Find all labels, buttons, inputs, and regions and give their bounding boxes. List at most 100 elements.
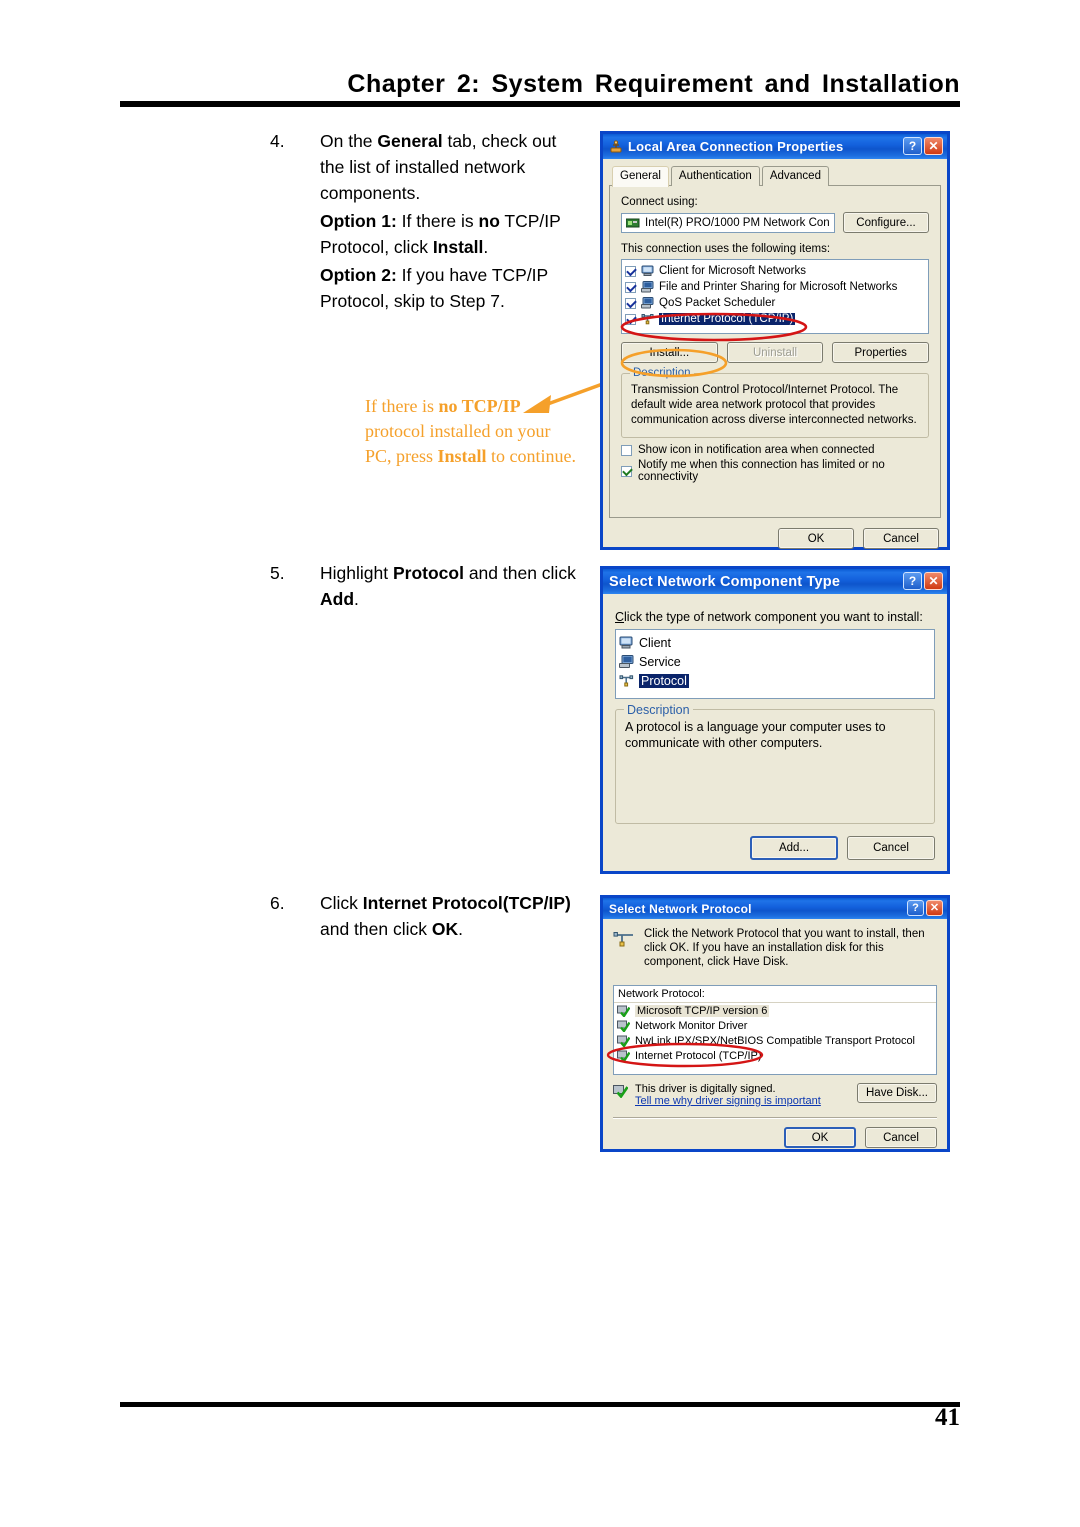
list-item[interactable]: Client for Microsoft Networks <box>622 263 928 279</box>
properties-button[interactable]: Properties <box>832 342 930 363</box>
step-5-body: Highlight Protocol and then click Add. <box>320 560 585 612</box>
client-icon <box>641 265 654 277</box>
notify-checkbox[interactable] <box>621 465 632 477</box>
cancel-button[interactable]: Cancel <box>865 1127 937 1148</box>
dialog3-window-buttons[interactable]: ? ✕ <box>907 900 943 916</box>
adapter-row: Intel(R) PRO/1000 PM Network Con Configu… <box>621 212 929 233</box>
signed-driver-icon <box>617 1035 630 1047</box>
page-number: 41 <box>935 1404 960 1431</box>
help-button[interactable]: ? <box>903 137 922 155</box>
step-4-line-2: Option 1: If there is no TCP/IP Protocol… <box>320 211 561 257</box>
network-connection-icon <box>609 139 623 154</box>
dialog1-titlebar[interactable]: Local Area Connection Properties ? ✕ <box>603 131 947 159</box>
close-icon[interactable]: ✕ <box>924 572 943 590</box>
items-label: This connection uses the following items… <box>621 243 831 255</box>
dialog1-tabs[interactable]: General Authentication Advanced <box>612 165 941 187</box>
tab-authentication[interactable]: Authentication <box>670 166 760 186</box>
show-icon-checkbox-row[interactable]: Show icon in notification area when conn… <box>621 444 929 456</box>
dialog1-footer-buttons: OK Cancel <box>609 528 941 549</box>
network-items-list[interactable]: Client for Microsoft Networks File and P… <box>621 259 929 334</box>
component-type-prompt: Click the type of network component you … <box>615 610 923 624</box>
dialog2-titlebar[interactable]: Select Network Component Type ? ✕ <box>603 566 947 594</box>
step-5-number: 5. <box>270 563 285 583</box>
dialog1-action-buttons: Install... Uninstall Properties <box>621 342 930 363</box>
header-rule <box>120 101 960 107</box>
dialog1-title: Local Area Connection Properties <box>628 139 844 154</box>
qos-icon <box>641 297 654 309</box>
ok-button[interactable]: OK <box>778 528 854 549</box>
list-item[interactable]: NwLink IPX/SPX/NetBIOS Compatible Transp… <box>614 1033 936 1048</box>
item-label: File and Printer Sharing for Microsoft N… <box>659 281 898 293</box>
list-item[interactable]: QoS Packet Scheduler <box>622 295 928 311</box>
close-icon[interactable]: ✕ <box>924 137 943 155</box>
help-button[interactable]: ? <box>907 900 924 916</box>
item-checkbox[interactable] <box>625 281 636 293</box>
have-disk-button[interactable]: Have Disk... <box>857 1083 937 1103</box>
component-type-list[interactable]: Client Service Protocol <box>615 629 935 699</box>
dialog-select-network-component-type[interactable]: Select Network Component Type ? ✕ Click … <box>600 566 950 874</box>
list-item[interactable]: Internet Protocol (TCP/IP) <box>614 1048 936 1063</box>
notify-label: Notify me when this connection has limit… <box>638 459 885 483</box>
callout-line-2: protocol installed on your <box>365 421 551 441</box>
connect-using-label: Connect using: <box>621 196 698 208</box>
protocol-list-header: Network Protocol: <box>614 986 936 1003</box>
item-label: Internet Protocol (TCP/IP) <box>635 1049 762 1062</box>
dialog3-titlebar[interactable]: Select Network Protocol ? ✕ <box>603 895 947 919</box>
client-icon <box>619 636 634 650</box>
tab-general[interactable]: General <box>612 166 669 187</box>
dialog3-body: Click the Network Protocol that you want… <box>603 919 947 1156</box>
list-item[interactable]: Microsoft TCP/IP version 6 <box>614 1003 936 1018</box>
description-text: Transmission Control Protocol/Internet P… <box>631 384 917 426</box>
item-label: Network Monitor Driver <box>635 1019 748 1032</box>
configure-button[interactable]: Configure... <box>843 212 929 233</box>
notify-checkbox-row[interactable]: Notify me when this connection has limit… <box>621 459 929 483</box>
item-label: Service <box>639 654 681 669</box>
description-title: Description <box>630 367 694 379</box>
ok-button[interactable]: OK <box>784 1127 856 1148</box>
dialog-select-network-protocol[interactable]: Select Network Protocol ? ✕ Click the Ne… <box>600 895 950 1152</box>
cancel-button[interactable]: Cancel <box>847 836 935 860</box>
cancel-button[interactable]: Cancel <box>863 528 939 549</box>
manual-page: Chapter 2: System Requirement and Instal… <box>0 0 1080 1527</box>
dialog-local-area-connection-properties[interactable]: Local Area Connection Properties ? ✕ Gen… <box>600 131 950 550</box>
list-item[interactable]: Network Monitor Driver <box>614 1018 936 1033</box>
dialog1-window-buttons[interactable]: ? ✕ <box>903 137 943 155</box>
close-icon[interactable]: ✕ <box>926 900 943 916</box>
signed-driver-icon <box>617 1020 630 1032</box>
show-icon-label: Show icon in notification area when conn… <box>638 444 875 456</box>
item-checkbox[interactable] <box>625 297 636 309</box>
protocol-list[interactable]: Network Protocol: Microsoft TCP/IP versi… <box>613 985 937 1075</box>
signed-driver-icon <box>617 1050 630 1062</box>
adapter-field[interactable]: Intel(R) PRO/1000 PM Network Con <box>621 212 835 233</box>
dialog2-window-buttons[interactable]: ? ✕ <box>903 572 943 590</box>
network-adapter-icon <box>626 217 640 229</box>
install-button[interactable]: Install... <box>621 342 718 363</box>
step-5: 5. Highlight Protocol and then click Add… <box>270 560 590 612</box>
list-item[interactable]: Protocol <box>616 671 934 690</box>
item-checkbox[interactable] <box>625 313 636 325</box>
list-item[interactable]: Service <box>616 652 934 671</box>
protocol-icon <box>641 313 654 325</box>
protocol-prompt-row: Click the Network Protocol that you want… <box>613 927 937 969</box>
page-header-title: Chapter 2: System Requirement and Instal… <box>347 70 960 98</box>
protocol-prompt: Click the Network Protocol that you want… <box>644 928 925 968</box>
step-5-line-1: Highlight Protocol and then click Add. <box>320 563 576 609</box>
tab-advanced[interactable]: Advanced <box>761 166 829 186</box>
signed-driver-icon <box>617 1005 630 1017</box>
help-button[interactable]: ? <box>903 572 922 590</box>
item-label: Client for Microsoft Networks <box>659 265 806 277</box>
step-4-number: 4. <box>270 131 285 151</box>
show-icon-checkbox[interactable] <box>621 444 632 456</box>
item-label: Internet Protocol (TCP/IP) <box>659 313 796 325</box>
add-button[interactable]: Add... <box>750 836 838 860</box>
dialog3-title: Select Network Protocol <box>609 901 752 916</box>
step-4-line-3: Option 2: If you have TCP/IP Protocol, s… <box>320 265 548 311</box>
step-6-number: 6. <box>270 893 285 913</box>
driver-signing-link[interactable]: Tell me why driver signing is important <box>635 1095 821 1107</box>
list-item[interactable]: Client <box>616 633 934 652</box>
protocol-icon <box>619 674 634 688</box>
item-checkbox[interactable] <box>625 265 636 277</box>
list-item[interactable]: File and Printer Sharing for Microsoft N… <box>622 279 928 295</box>
step-6-line-1: Click Internet Protocol(TCP/IP) and then… <box>320 893 571 939</box>
list-item[interactable]: Internet Protocol (TCP/IP) <box>622 311 928 327</box>
